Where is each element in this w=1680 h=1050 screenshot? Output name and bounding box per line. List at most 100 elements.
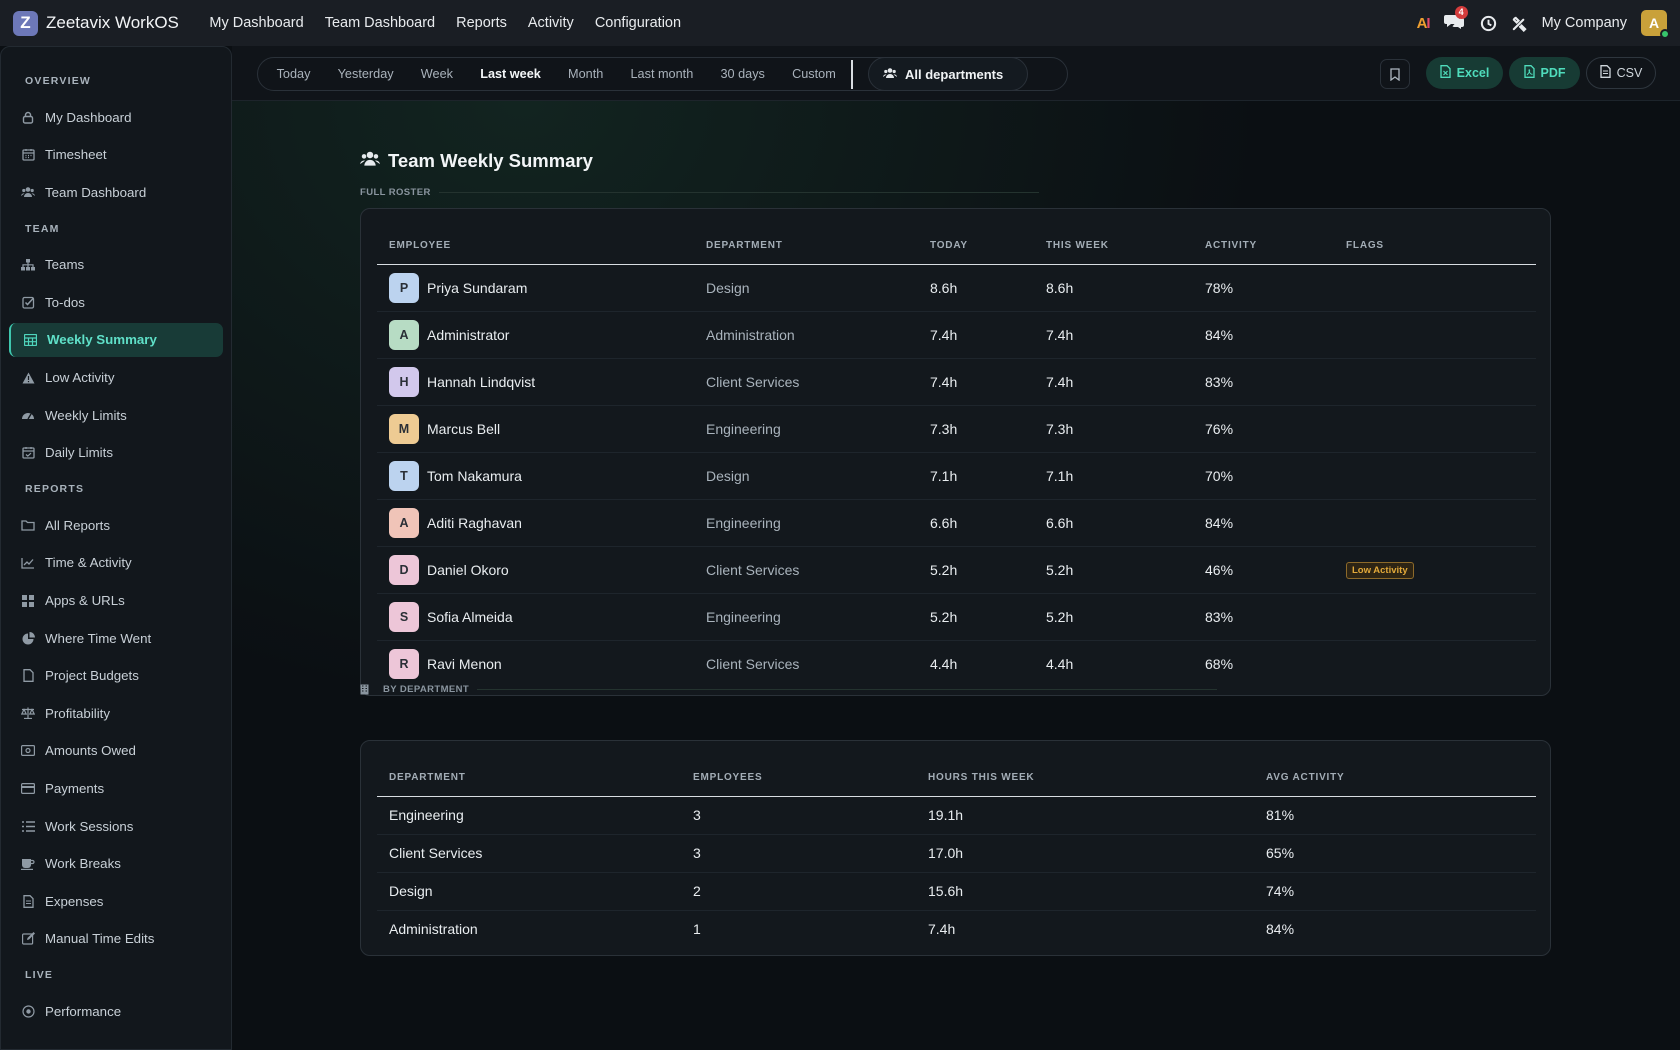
employee-name[interactable]: Tom Nakamura [427, 468, 522, 484]
range-week[interactable]: Week [407, 67, 466, 81]
sidebar-item-weekly-limits[interactable]: Weekly Limits [9, 398, 223, 432]
users-icon [360, 150, 380, 172]
this-week-cell: 5.2h [1046, 593, 1205, 641]
company-switcher[interactable]: My Company [1542, 15, 1627, 31]
table-row[interactable]: D Daniel Okoro Client Services 5.2h 5.2h 46% L… [377, 546, 1536, 594]
col-header-department[interactable]: DEPARTMENT [377, 749, 693, 797]
user-avatar[interactable]: A [1641, 10, 1670, 39]
table-row[interactable]: A Aditi Raghavan Engineering 6.6h 6.6h 84% [377, 499, 1536, 547]
col-header-employee[interactable]: EMPLOYEE [377, 217, 706, 265]
sidebar-item-low-activity[interactable]: Low Activity [9, 361, 223, 395]
employee-name[interactable]: Hannah Lindqvist [427, 374, 535, 390]
sidebar-item-teams[interactable]: Teams [9, 248, 223, 282]
bookmark-icon [1390, 67, 1400, 81]
col-header-activity[interactable]: ACTIVITY [1205, 217, 1346, 265]
employee-cell: S Sofia Almeida [377, 593, 706, 641]
messages-button[interactable]: 4 [1443, 6, 1468, 34]
col-header-hours-this-week[interactable]: HOURS THIS WEEK [928, 749, 1266, 797]
sitemap-icon [21, 258, 35, 272]
table-row[interactable]: M Marcus Bell Engineering 7.3h 7.3h 76% [377, 405, 1536, 453]
range-today[interactable]: Today [263, 67, 324, 81]
tools-icon[interactable] [1511, 15, 1528, 32]
department-filter[interactable]: All departments [868, 57, 1028, 91]
sidebar-item-expenses[interactable]: Expenses [9, 884, 223, 918]
range-last-week[interactable]: Last week [467, 67, 555, 81]
table-row[interactable]: P Priya Sundaram Design 8.6h 8.6h 78% [377, 264, 1536, 312]
hours-cell: 17.0h [928, 834, 1266, 873]
folder-icon [21, 518, 35, 532]
sidebar-item-amounts-owed[interactable]: Amounts Owed [9, 734, 223, 768]
employee: P Priya Sundaram [389, 272, 706, 303]
nav-reports[interactable]: Reports [446, 15, 518, 31]
today-cell: 6.6h [930, 499, 1046, 547]
sidebar-item-time-activity[interactable]: Time & Activity [9, 546, 223, 580]
table-row[interactable]: A Administrator Administration 7.4h 7.4h 84% [377, 311, 1536, 359]
department-cell: Engineering [706, 405, 930, 453]
nav-activity[interactable]: Activity [517, 15, 584, 31]
employee-avatar: M [389, 413, 419, 444]
employee-name[interactable]: Aditi Raghavan [427, 515, 522, 531]
range-last-month[interactable]: Last month [617, 67, 707, 81]
sidebar-item-weekly-summary[interactable]: Weekly Summary [9, 322, 223, 357]
range-custom[interactable]: Custom [778, 67, 849, 81]
range-30-days[interactable]: 30 days [707, 67, 779, 81]
sidebar-item-work-breaks[interactable]: Work Breaks [9, 847, 223, 881]
table-row[interactable]: R Ravi Menon Client Services 4.4h 4.4h 68% [377, 640, 1536, 687]
sidebar-item-team-dashboard[interactable]: Team Dashboard [9, 175, 223, 209]
employee-name[interactable]: Administrator [427, 327, 509, 343]
nav-configuration[interactable]: Configuration [584, 15, 691, 31]
clock-icon[interactable] [1480, 15, 1497, 32]
sidebar-item-label: Daily Limits [45, 445, 113, 461]
sidebar-item-apps-urls[interactable]: Apps & URLs [9, 584, 223, 618]
sidebar-item-timesheet[interactable]: Timesheet [9, 138, 223, 172]
col-header-avg-activity[interactable]: AVG ACTIVITY [1266, 749, 1536, 797]
sidebar-item-daily-limits[interactable]: Daily Limits [9, 436, 223, 470]
sidebar-item-performance[interactable]: Performance [9, 994, 223, 1028]
hours-cell: 15.6h [928, 872, 1266, 911]
sidebar-item-todos[interactable]: To-dos [9, 285, 223, 319]
table-row[interactable]: Engineering 3 19.1h 81% [377, 796, 1536, 835]
sidebar-item-payments[interactable]: Payments [9, 772, 223, 806]
employee-name[interactable]: Ravi Menon [427, 656, 502, 672]
app-logo[interactable]: Z [13, 10, 38, 36]
sidebar-item-project-budgets[interactable]: Project Budgets [9, 659, 223, 693]
activity-cell: 78% [1205, 264, 1346, 312]
employee: A Administrator [389, 319, 706, 350]
sidebar-item-where-time-went[interactable]: Where Time Went [9, 621, 223, 655]
sidebar-item-work-sessions[interactable]: Work Sessions [9, 809, 223, 843]
export-excel-button[interactable]: Excel [1426, 57, 1503, 89]
grid-icon [21, 594, 35, 608]
table-row[interactable]: Client Services 3 17.0h 65% [377, 834, 1536, 873]
employee-name[interactable]: Priya Sundaram [427, 280, 527, 296]
table-row[interactable]: Design 2 15.6h 74% [377, 872, 1536, 911]
nav-my-dashboard[interactable]: My Dashboard [199, 15, 314, 31]
sidebar-item-all-reports[interactable]: All Reports [9, 508, 223, 542]
employee-name[interactable]: Daniel Okoro [427, 562, 509, 578]
col-header-department[interactable]: DEPARTMENT [706, 217, 930, 265]
table-row[interactable]: H Hannah Lindqvist Client Services 7.4h 7.4h… [377, 358, 1536, 406]
ai-assistant-icon[interactable]: AI [1417, 15, 1431, 32]
employee-name[interactable]: Sofia Almeida [427, 609, 513, 625]
dept-section-label-text: BY DEPARTMENT [383, 684, 470, 695]
employee-avatar: H [389, 366, 419, 397]
sidebar-item-profitability[interactable]: Profitability [9, 696, 223, 730]
export-pdf-button[interactable]: PDF [1509, 57, 1580, 89]
table-row[interactable]: S Sofia Almeida Engineering 5.2h 5.2h 83% [377, 593, 1536, 641]
sidebar-item-my-dashboard[interactable]: My Dashboard [9, 100, 223, 134]
this-week-cell: 5.2h [1046, 546, 1205, 594]
col-header-this-week[interactable]: THIS WEEK [1046, 217, 1205, 265]
nav-team-dashboard[interactable]: Team Dashboard [314, 15, 445, 31]
col-header-today[interactable]: TODAY [930, 217, 1046, 265]
sidebar-item-label: Team Dashboard [45, 184, 147, 200]
range-month[interactable]: Month [554, 67, 616, 81]
col-header-employees[interactable]: EMPLOYEES [693, 749, 928, 797]
employee-name[interactable]: Marcus Bell [427, 421, 500, 437]
range-yesterday[interactable]: Yesterday [324, 67, 407, 81]
bookmark-button[interactable] [1380, 59, 1410, 89]
brand-name[interactable]: Zeetavix WorkOS [46, 13, 179, 33]
export-csv-button[interactable]: CSV [1586, 57, 1656, 89]
employee-avatar: A [389, 319, 419, 350]
sidebar-item-manual-time-edits[interactable]: Manual Time Edits [9, 922, 223, 956]
table-row[interactable]: T Tom Nakamura Design 7.1h 7.1h 70% [377, 452, 1536, 500]
table-row[interactable]: Administration 1 7.4h 84% [377, 910, 1536, 948]
